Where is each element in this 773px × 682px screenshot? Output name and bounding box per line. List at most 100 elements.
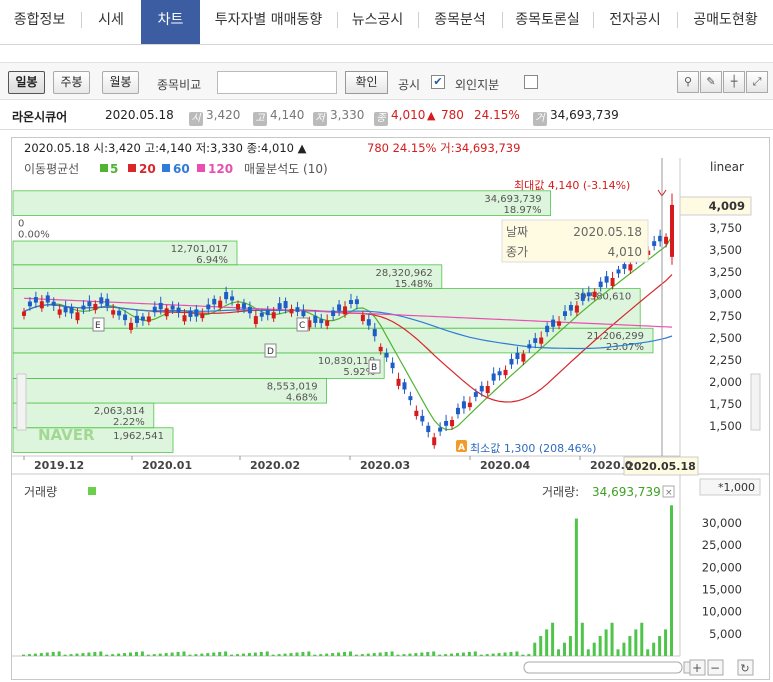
- volume-bar: [27, 654, 31, 656]
- volume-bar: [236, 654, 240, 656]
- candle-body: [545, 325, 550, 333]
- stock-chart[interactable]: 1,962,541 2,063,814 2.22% 8,553,019 4.68% 10,…: [11, 137, 770, 680]
- price-tick-label: 2,000: [709, 375, 742, 389]
- volume-bar: [450, 653, 454, 656]
- foreign-ownership-checkbox[interactable]: [524, 75, 538, 89]
- volume-bar: [634, 629, 638, 656]
- candle-body: [455, 407, 460, 415]
- volume-bar: [319, 654, 323, 656]
- candle-body: [146, 316, 151, 322]
- confirm-button[interactable]: 확인: [345, 71, 388, 94]
- ma5-label[interactable]: 5: [110, 162, 118, 176]
- ma60-label[interactable]: 60: [173, 162, 190, 176]
- candle-body: [27, 301, 32, 307]
- ma20-label[interactable]: 20: [139, 162, 156, 176]
- candle-body: [491, 373, 496, 381]
- volume-profile-label[interactable]: 매물분석도 (10): [244, 162, 328, 176]
- ma120-label[interactable]: 120: [208, 162, 233, 176]
- candle-body: [408, 396, 413, 401]
- candle-body: [574, 305, 579, 313]
- volume-bar: [134, 652, 138, 656]
- volume-bar: [289, 653, 293, 656]
- disclosure-checkbox[interactable]: ✔: [431, 75, 445, 89]
- volume-current-value: 34,693,739: [592, 485, 661, 499]
- open-value: 3,420: [206, 108, 241, 122]
- high-value: 4,140: [270, 108, 305, 122]
- volume-profile-percent: 6.94%: [196, 255, 228, 266]
- candle-body: [39, 301, 44, 309]
- close-tag: 종: [374, 112, 388, 126]
- volume-bar: [485, 654, 489, 656]
- volume-bar: [57, 651, 61, 656]
- tab-news[interactable]: 뉴스공시: [338, 0, 417, 44]
- volume-bar: [444, 654, 448, 656]
- candle-body: [265, 310, 270, 316]
- candle-body: [586, 292, 591, 297]
- tab-investor-trading[interactable]: 투자자별 매매동향: [201, 0, 336, 44]
- monthly-button[interactable]: 월봉: [102, 71, 139, 94]
- candle-body: [134, 315, 139, 323]
- candle-body: [271, 312, 276, 319]
- volume-bar: [402, 654, 406, 656]
- weekly-button[interactable]: 주봉: [53, 71, 90, 94]
- candle-body: [170, 305, 175, 310]
- candle-body: [628, 264, 633, 271]
- candle-body: [557, 321, 562, 326]
- chart-svg[interactable]: 1,962,541 2,063,8142.22% 8,553,0194.68% 10,…: [12, 138, 769, 679]
- volume-current-label: 거래량:: [542, 485, 579, 499]
- scale-mode-label[interactable]: linear: [710, 160, 744, 174]
- tab-short-selling[interactable]: 공매도현황: [678, 0, 773, 44]
- candle-body: [99, 297, 104, 304]
- up-arrow-icon: ▲: [427, 109, 436, 122]
- tab-quotes[interactable]: 시세: [82, 0, 140, 44]
- volume-bar: [539, 636, 543, 656]
- tab-analysis[interactable]: 종목분석: [419, 0, 501, 44]
- disclosure-marker-b-letter: B: [371, 363, 377, 373]
- price-tick-label: 3,750: [709, 221, 742, 235]
- volume-bar: [670, 505, 673, 656]
- info-date: 2020.05.18: [105, 108, 174, 122]
- volume-bar: [117, 653, 121, 656]
- tab-discussion[interactable]: 종목토론실: [503, 0, 592, 44]
- candle-body: [259, 312, 264, 317]
- x-tick-label: 2020.01: [142, 459, 192, 472]
- tab-chart[interactable]: 차트: [141, 0, 200, 44]
- expand-icon[interactable]: ⤢: [746, 71, 768, 93]
- close-field: 종 4,010: [374, 108, 425, 126]
- volume-tag: 거: [533, 112, 547, 126]
- draw-tool-icon[interactable]: ⚲: [677, 71, 699, 93]
- candle-body: [378, 346, 383, 352]
- candle-body: [206, 304, 211, 310]
- pen-icon[interactable]: ✎: [700, 71, 722, 93]
- compare-input[interactable]: [217, 71, 337, 94]
- volume-bar: [533, 642, 537, 656]
- close-value: 4,010: [391, 108, 426, 122]
- time-scrollbar[interactable]: [523, 661, 683, 674]
- left-scroll-handle[interactable]: [16, 373, 27, 431]
- tab-overview[interactable]: 종합정보: [0, 0, 79, 44]
- volume-bar: [646, 649, 650, 656]
- candle-body: [331, 310, 336, 317]
- volume-bar: [218, 652, 222, 656]
- candle-body: [616, 269, 621, 274]
- right-scroll-handle[interactable]: [750, 373, 761, 431]
- daily-button[interactable]: 일봉: [8, 71, 45, 94]
- candle-body: [93, 303, 98, 311]
- x-tick-label: 2020.03: [360, 459, 410, 472]
- volume-bar: [123, 653, 127, 656]
- tab-filings[interactable]: 전자공시: [594, 0, 676, 44]
- compare-label: 종목비교: [157, 78, 202, 92]
- candle-body: [420, 415, 425, 422]
- volume-bar: [253, 652, 257, 656]
- candle-body: [533, 338, 538, 343]
- max-price-label: 최대값 4,140 (-3.14%): [514, 179, 630, 192]
- volume-bar: [455, 653, 459, 656]
- crosshair-icon[interactable]: ┼: [723, 71, 745, 93]
- volume-close-glyph: ×: [665, 488, 673, 498]
- volume-bar: [206, 653, 210, 656]
- volume-bar: [509, 652, 513, 656]
- candle-body: [390, 362, 395, 369]
- candle-body: [503, 369, 508, 376]
- volume-profile-bar: [12, 327, 654, 354]
- volume-bar: [390, 651, 394, 656]
